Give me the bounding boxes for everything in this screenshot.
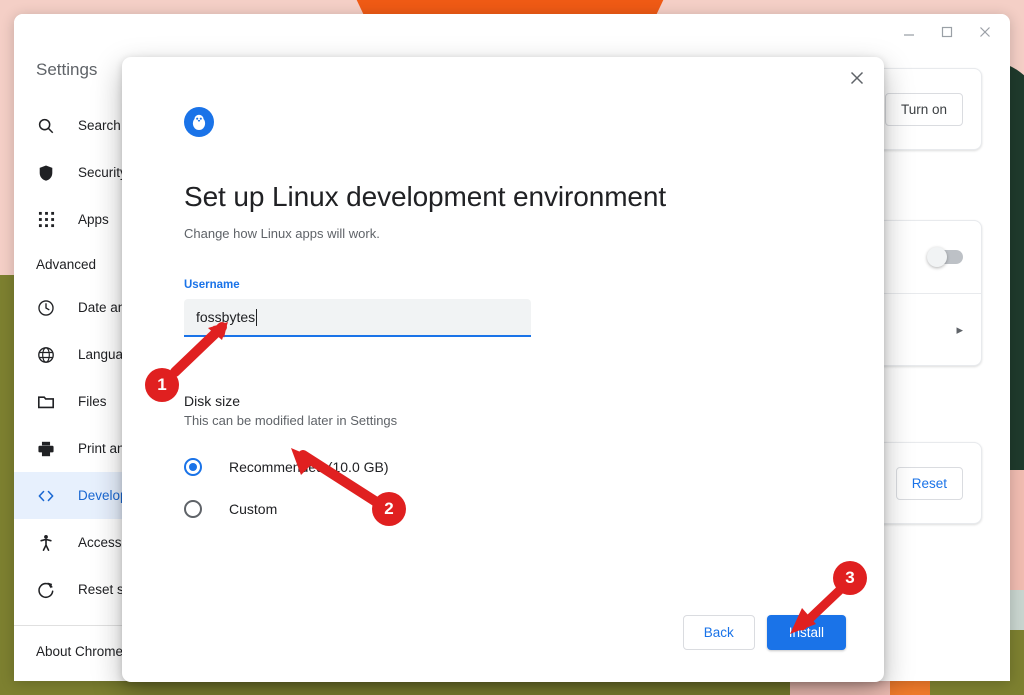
shield-icon — [36, 163, 56, 183]
window-titlebar — [14, 14, 1010, 50]
feature-toggle[interactable] — [927, 247, 963, 267]
annotation-badge-1: 1 — [145, 368, 179, 402]
sidebar-item-label: Apps — [78, 212, 109, 227]
annotation-badge-3: 3 — [833, 561, 867, 595]
text-caret — [256, 308, 258, 326]
username-label: Username — [184, 279, 240, 291]
dialog-subtitle: Change how Linux apps will work. — [184, 226, 380, 241]
dialog-content: Set up Linux development environment Cha… — [122, 57, 884, 518]
disk-size-subtitle: This can be modified later in Settings — [184, 413, 398, 428]
folder-icon — [36, 392, 56, 412]
custom-radio[interactable] — [184, 500, 202, 518]
linux-penguin-icon — [184, 107, 214, 137]
dialog-title: Set up Linux development environment — [184, 181, 667, 212]
window-controls — [892, 14, 1002, 50]
back-button[interactable]: Back — [682, 615, 755, 650]
annotation-badge-2: 2 — [372, 492, 406, 526]
sidebar-item-label: Files — [78, 394, 107, 409]
close-icon[interactable] — [968, 16, 1002, 48]
dialog-close-icon[interactable] — [842, 63, 872, 93]
recommended-radio[interactable] — [184, 458, 202, 476]
accessibility-icon — [36, 533, 56, 553]
printer-icon — [36, 439, 56, 459]
reset-icon — [36, 580, 56, 600]
search-icon — [36, 116, 56, 136]
disk-size-title: Disk size — [184, 393, 241, 409]
custom-radio-label: Custom — [229, 501, 278, 517]
annotation-arrow-1 — [170, 322, 228, 377]
clock-icon — [36, 298, 56, 318]
reset-button[interactable]: Reset — [895, 466, 963, 500]
recommended-radio-row[interactable]: Recommended (10.0 GB) — [184, 458, 822, 476]
custom-radio-row[interactable]: Custom — [184, 500, 822, 518]
turn-on-button[interactable]: Turn on — [884, 92, 963, 126]
chevron-right-icon: ▸ — [956, 321, 963, 337]
globe-icon — [36, 345, 56, 365]
grid-apps-icon — [36, 210, 56, 230]
maximize-icon[interactable] — [930, 16, 964, 48]
code-brackets-icon — [36, 486, 56, 506]
minimize-icon[interactable] — [892, 16, 926, 48]
